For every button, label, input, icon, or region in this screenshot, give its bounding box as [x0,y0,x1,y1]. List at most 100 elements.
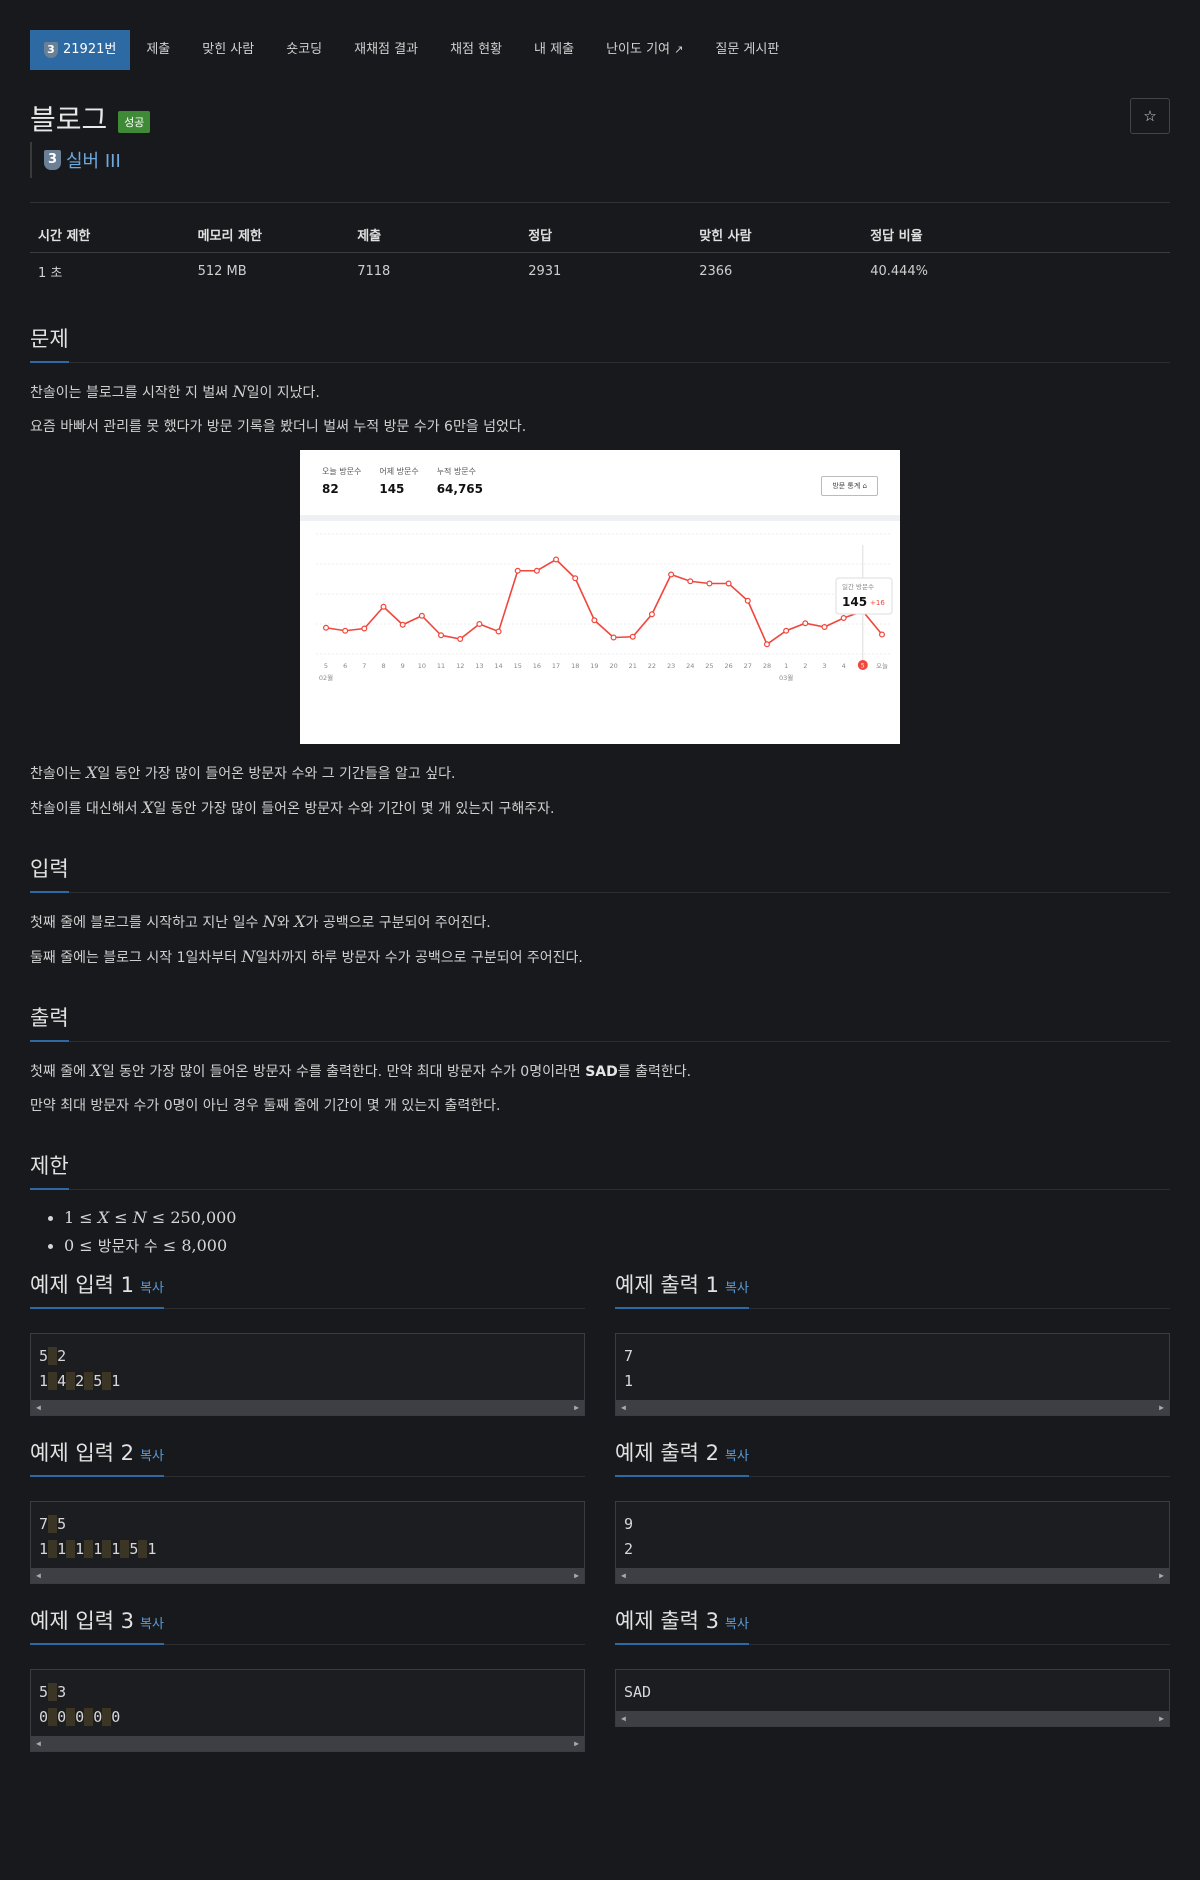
scroll-right-icon[interactable]: ▶ [1159,1400,1164,1415]
td-time-limit: 1 초 [38,266,63,281]
horizontal-scrollbar[interactable]: ◀ ▶ [616,1568,1169,1583]
copy-button[interactable]: 복사 [725,1449,749,1464]
text: 찬솔이는 [30,766,86,782]
x-tick-label: 5 [861,663,865,670]
data-point [783,627,790,634]
data-point [323,624,330,631]
code-line: 1 [624,1372,634,1390]
x-tick-label: 5 [324,662,328,670]
sample-header: 예제 출력 2 복사 [615,1438,1170,1477]
tab-submit[interactable]: 제출 [130,30,186,70]
horizontal-scrollbar[interactable]: ◀ ▶ [31,1400,584,1415]
tab-solved-users[interactable]: 맞힌 사람 [186,30,270,70]
text: 일 동안 가장 많이 들어온 방문자 수와 그 기간들을 알고 싶다. [97,766,456,782]
list-item: 0 ≤ 방문자 수 ≤ 8,000 [64,1235,1170,1256]
code-line: 7 5 [39,1515,67,1533]
data-point [418,612,425,619]
x-tick-label: 16 [533,662,541,670]
page: 3 21921번 제출 맞힌 사람 숏코딩 재채점 결과 채점 현황 내 제출 … [30,30,1170,1752]
tab-short-coding[interactable]: 숏코딩 [270,30,338,70]
td-ratio: 40.444% [870,264,929,279]
tier-label[interactable]: 실버 III [66,147,121,173]
scroll-left-icon[interactable]: ◀ [36,1400,41,1415]
silver-tier-icon: 3 [44,42,58,58]
x-tick-label: 오늘 [876,662,888,670]
scroll-left-icon[interactable]: ◀ [621,1400,626,1415]
copy-button[interactable]: 복사 [140,1449,164,1464]
copy-button[interactable]: 복사 [725,1281,749,1296]
horizontal-scrollbar[interactable]: ◀ ▶ [616,1711,1169,1726]
x-tick-label: 15 [514,662,522,670]
text: 찬솔이는 블로그를 시작한 지 벌써 [30,385,233,401]
scroll-left-icon[interactable]: ◀ [621,1711,626,1726]
x-tick-label: 27 [744,662,752,670]
month-label: 03월 [779,673,793,682]
scroll-right-icon[interactable]: ▶ [574,1568,579,1583]
data-point [802,620,809,627]
tab-status[interactable]: 채점 현황 [434,30,518,70]
text: 찬솔이를 대신해서 [30,801,142,817]
copy-button[interactable]: 복사 [140,1617,164,1632]
scroll-left-icon[interactable]: ◀ [36,1736,41,1751]
tab-question-board[interactable]: 질문 게시판 [699,30,795,70]
tooltip-label: 일간 방문수 [842,582,874,591]
text: 와 [276,915,295,931]
text: 일 동안 가장 많이 들어온 방문자 수를 출력한다. 만약 최대 방문자 수가… [101,1064,586,1080]
math-var: X [85,763,98,782]
sample-code-box[interactable]: 9 2 ◀ ▶ [615,1501,1170,1584]
sample-title: 예제 입력 3 복사 [30,1605,164,1645]
data-point [763,641,770,648]
x-tick-label: 4 [842,662,846,670]
data-point [495,628,502,635]
favorite-star-button[interactable]: ☆ [1130,98,1170,134]
text: 방문자 수 [97,1237,158,1255]
code-lines: 9 2 [616,1502,1169,1568]
horizontal-scrollbar[interactable]: ◀ ▶ [31,1568,584,1583]
scroll-right-icon[interactable]: ▶ [574,1400,579,1415]
math: 0 ≤ [64,1236,98,1255]
sample-header: 예제 입력 1 복사 [30,1270,585,1309]
copy-button[interactable]: 복사 [140,1281,164,1296]
scroll-left-icon[interactable]: ◀ [36,1568,41,1583]
limits-list: 1 ≤ X ≤ N ≤ 250,000 0 ≤ 방문자 수 ≤ 8,000 [30,1208,1170,1256]
math-var: X [90,1061,102,1080]
copy-button[interactable]: 복사 [725,1617,749,1632]
section-limits-title: 제한 [30,1150,69,1190]
math: ≤ 250,000 [146,1208,237,1227]
data-point [725,580,732,587]
horizontal-scrollbar[interactable]: ◀ ▶ [616,1400,1169,1415]
bold-text: SAD [585,1064,618,1080]
x-tick-label: 13 [475,662,483,670]
external-link-icon: ↗ [674,43,684,56]
section-problem-header: 문제 [30,322,1170,363]
sample-code-box[interactable]: 5 3 0 0 0 0 0 ◀ ▶ [30,1669,585,1752]
scroll-right-icon[interactable]: ▶ [1159,1568,1164,1583]
scroll-left-icon[interactable]: ◀ [621,1568,626,1583]
data-point [648,611,655,618]
x-tick-label: 2 [803,662,807,670]
tab-problem[interactable]: 3 21921번 [30,30,131,70]
sample-code-box[interactable]: 5 2 1 4 2 5 1 ◀ ▶ [30,1333,585,1416]
code-lines: 7 1 [616,1334,1169,1400]
x-tick-label: 24 [686,662,694,670]
code-line: 1 4 2 5 1 [39,1372,121,1390]
horizontal-scrollbar[interactable]: ◀ ▶ [31,1736,584,1751]
tab-my-submissions[interactable]: 내 제출 [518,30,590,70]
scroll-right-icon[interactable]: ▶ [574,1736,579,1751]
scroll-right-icon[interactable]: ▶ [1159,1711,1164,1726]
sample-header: 예제 출력 3 복사 [615,1606,1170,1645]
tab-rejudge-results[interactable]: 재채점 결과 [338,30,434,70]
sample-title: 예제 출력 1 복사 [615,1269,749,1309]
sample-code-box[interactable]: 7 1 ◀ ▶ [615,1333,1170,1416]
tab-difficulty-contrib[interactable]: 난이도 기여 ↗ [590,30,699,70]
td-solvers: 2366 [699,264,733,279]
data-point [399,621,406,628]
sample-code-box[interactable]: 7 5 1 1 1 1 1 5 1 ◀ ▶ [30,1501,585,1584]
blog-visit-chart-image: 오늘 방문수 82 어제 방문수 145 누적 방문수 64,765 방문 통계… [300,450,900,744]
sample-code-box[interactable]: SAD ◀ ▶ [615,1669,1170,1727]
math: 1 ≤ [64,1208,98,1227]
sample-title-text: 예제 출력 3 [615,1609,719,1633]
x-tick-label: 12 [456,662,464,670]
x-tick-label: 8 [381,662,385,670]
output-paragraph-1: 첫째 줄에 X일 동안 가장 많이 들어온 방문자 수를 출력한다. 만약 최대… [30,1060,1170,1083]
